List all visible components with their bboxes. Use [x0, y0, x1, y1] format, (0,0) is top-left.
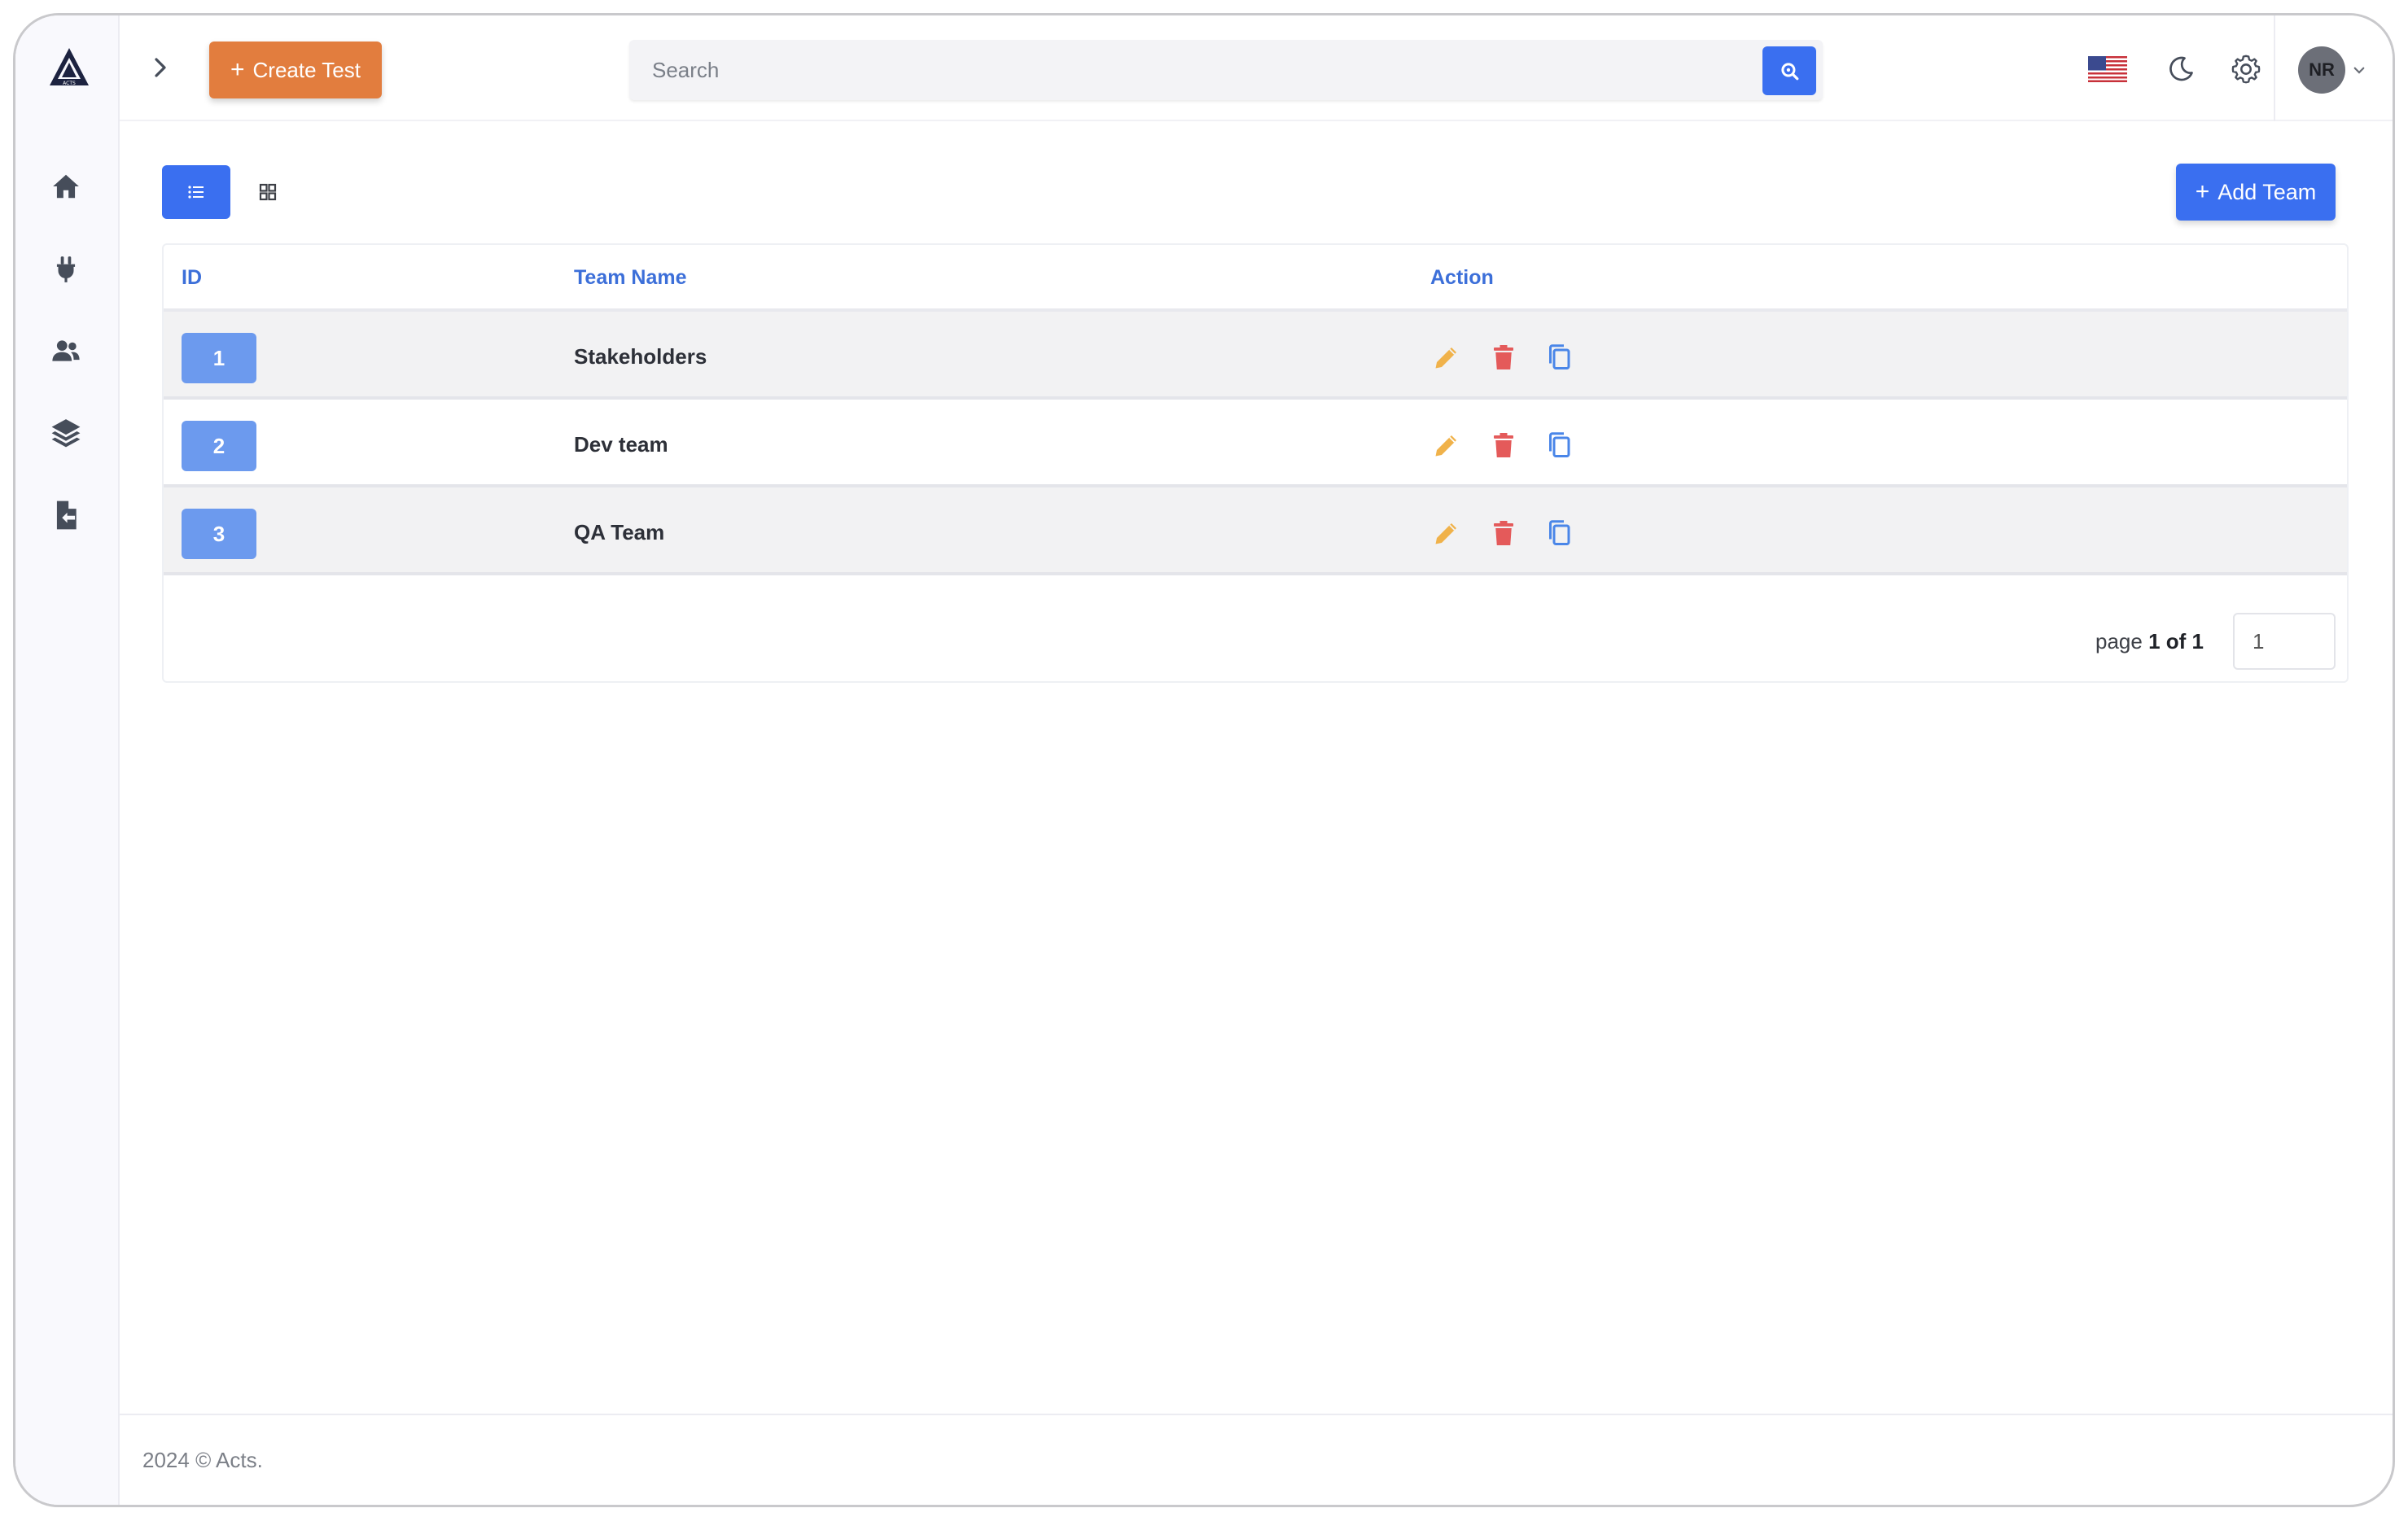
table-row: 2 Dev team	[164, 400, 2347, 487]
chevron-right-icon	[155, 58, 166, 77]
search-bar	[629, 40, 1823, 100]
app-window: ACTS + Create Test Search NR + Add Team …	[13, 13, 2395, 1507]
duplicate-button[interactable]	[1541, 339, 1577, 375]
pagination: page 1 of 1	[2095, 613, 2336, 670]
team-name: Dev team	[574, 432, 668, 457]
plus-icon: +	[230, 56, 245, 83]
delete-button[interactable]	[1486, 339, 1521, 375]
edit-button[interactable]	[1429, 515, 1465, 551]
create-test-label: Create Test	[252, 57, 361, 82]
layers-icon	[51, 419, 81, 448]
user-menu[interactable]: NR	[2298, 46, 2366, 94]
settings-button[interactable]	[2225, 48, 2267, 90]
sidebar-item-teams[interactable]	[43, 328, 89, 374]
sidebar-item-home[interactable]	[43, 164, 89, 209]
gear-icon	[2231, 55, 2261, 84]
footer: 2024 © Acts.	[120, 1414, 2393, 1505]
logo-icon: ACTS	[50, 48, 89, 86]
team-id-badge: 2	[182, 421, 256, 471]
delete-button[interactable]	[1486, 515, 1521, 551]
page-count: 1 of 1	[2148, 628, 2204, 654]
users-icon	[52, 340, 80, 361]
create-test-button[interactable]: + Create Test	[209, 42, 382, 98]
list-view-button[interactable]	[162, 165, 230, 219]
table-row: 3 QA Team	[164, 487, 2347, 575]
grid-icon	[259, 183, 277, 201]
grid-view-button[interactable]	[234, 165, 302, 219]
trash-icon	[1494, 433, 1513, 457]
trash-icon	[1494, 521, 1513, 545]
moon-icon	[2169, 56, 2193, 81]
search-input[interactable]	[629, 40, 1761, 100]
column-header-team-name: Team Name	[574, 266, 687, 289]
pencil-icon	[1435, 523, 1456, 544]
add-team-label: Add Team	[2218, 179, 2317, 204]
team-id-badge: 1	[182, 333, 256, 383]
chevron-down-icon	[2353, 67, 2365, 74]
page-indicator: page 1 of 1	[2095, 629, 2204, 654]
edit-button[interactable]	[1429, 339, 1465, 375]
pencil-icon	[1435, 435, 1456, 457]
sidebar-item-integrations[interactable]	[43, 247, 89, 292]
column-header-action: Action	[1430, 266, 1494, 289]
column-header-id: ID	[182, 266, 202, 289]
team-name: QA Team	[574, 520, 665, 544]
language-selector[interactable]	[2083, 48, 2132, 90]
sidebar-item-projects[interactable]	[43, 409, 89, 455]
duplicate-button[interactable]	[1541, 427, 1577, 463]
team-name: Stakeholders	[574, 344, 707, 369]
add-team-button[interactable]: + Add Team	[2176, 164, 2336, 221]
copy-icon	[1549, 344, 1570, 369]
sidebar-expand-button[interactable]	[144, 46, 177, 89]
list-icon	[188, 186, 204, 199]
trash-icon	[1494, 345, 1513, 369]
home-icon	[53, 174, 79, 199]
header-divider	[2274, 15, 2275, 121]
us-flag-icon	[2088, 56, 2127, 82]
plus-icon: +	[2195, 178, 2210, 205]
copy-icon	[1549, 432, 1570, 457]
copyright-text: 2024 © Acts.	[142, 1448, 263, 1472]
teams-table: ID Team Name Action 1 Stakeholders 2 Dev…	[162, 243, 2349, 683]
sidebar: ACTS	[15, 15, 120, 1505]
plug-icon	[56, 256, 76, 282]
copy-icon	[1549, 520, 1570, 545]
top-header: + Create Test Search NR	[120, 15, 2393, 121]
edit-button[interactable]	[1429, 427, 1465, 463]
pencil-icon	[1435, 348, 1456, 369]
page-prefix: page	[2095, 628, 2143, 654]
duplicate-button[interactable]	[1541, 515, 1577, 551]
file-import-icon	[56, 501, 77, 530]
acts-logo[interactable]: ACTS	[48, 46, 90, 89]
sidebar-item-reports[interactable]	[43, 492, 89, 538]
dark-mode-toggle[interactable]	[2160, 48, 2202, 90]
team-id-badge: 3	[182, 509, 256, 559]
table-row: 1 Stakeholders	[164, 312, 2347, 400]
page-number-input[interactable]	[2233, 613, 2336, 670]
search-icon	[1781, 63, 1799, 81]
avatar: NR	[2298, 46, 2345, 94]
search-button[interactable]	[1762, 46, 1816, 95]
svg-text:ACTS: ACTS	[63, 81, 76, 86]
delete-button[interactable]	[1486, 427, 1521, 463]
table-header: ID Team Name Action	[164, 245, 2347, 312]
